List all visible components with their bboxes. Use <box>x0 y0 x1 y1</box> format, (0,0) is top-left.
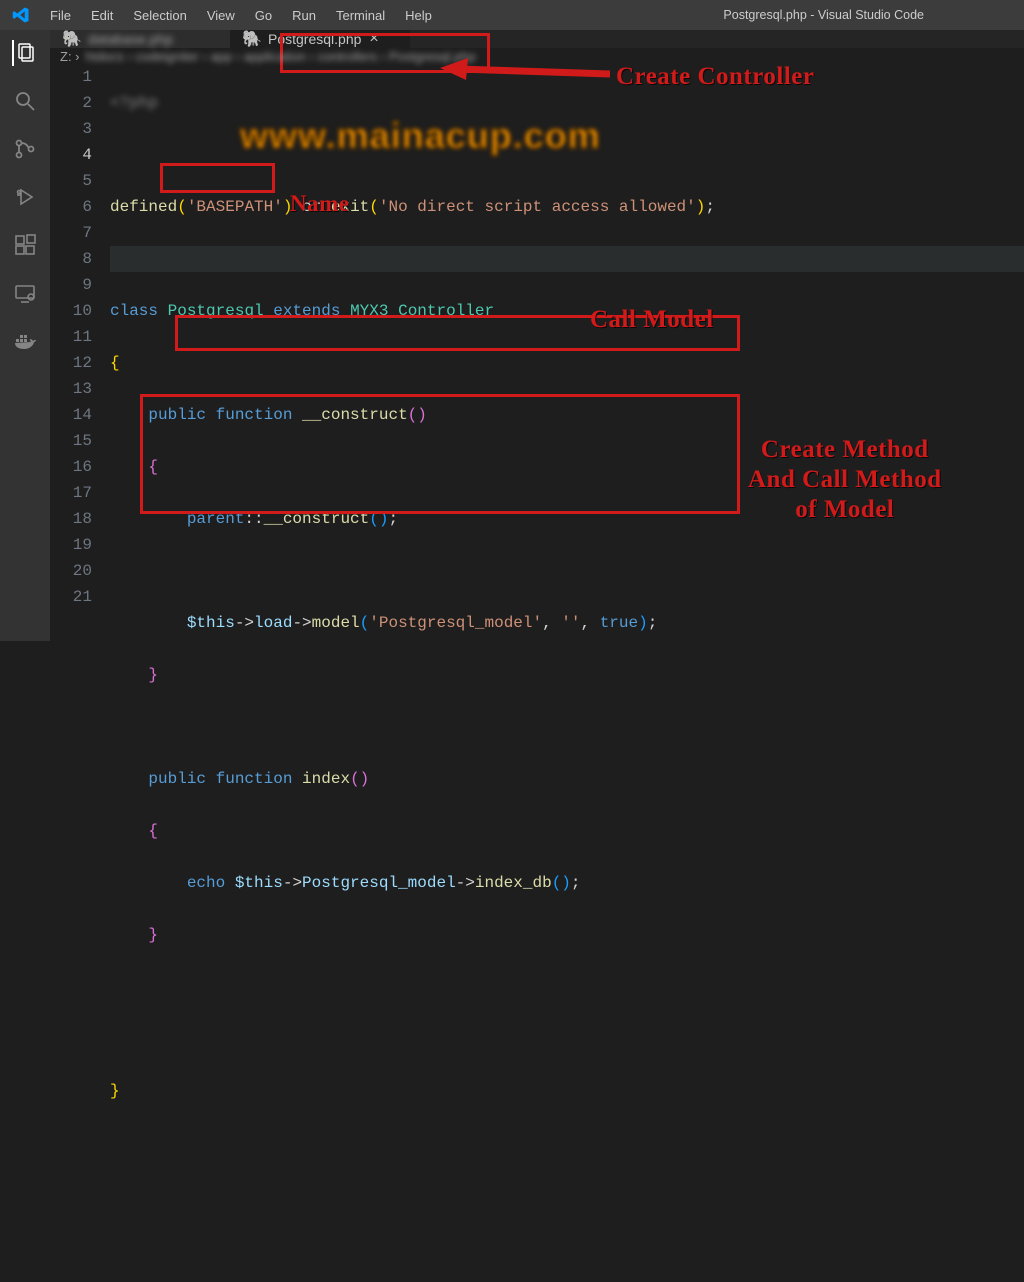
title-bar: File Edit Selection View Go Run Terminal… <box>0 0 1024 30</box>
menu-run[interactable]: Run <box>284 4 324 27</box>
run-debug-icon[interactable] <box>12 184 38 210</box>
menu-file[interactable]: File <box>42 4 79 27</box>
editor-tab-inactive[interactable]: 🐘 database.php <box>50 30 230 48</box>
breadcrumb[interactable]: Z: › htdocs › codeigniter › app › applic… <box>50 49 1024 64</box>
php-file-icon: 🐘 <box>244 31 260 47</box>
menu-edit[interactable]: Edit <box>83 4 121 27</box>
menu-terminal[interactable]: Terminal <box>328 4 393 27</box>
remote-explorer-icon[interactable] <box>12 280 38 306</box>
docker-icon[interactable] <box>12 328 38 354</box>
extensions-icon[interactable] <box>12 232 38 258</box>
breadcrumb-path: htdocs › codeigniter › app › application… <box>86 49 476 64</box>
explorer-icon[interactable] <box>12 40 38 66</box>
tab-label: Postgresql.php <box>268 31 361 47</box>
annotation-box-name <box>160 163 275 193</box>
line-numbers: 1 2 3 4 5 6 7 8 9 10 11 12 13 14 15 16 1… <box>50 64 110 1282</box>
main-area: 🐘 database.php 🐘 Postgresql.php × Z: › h… <box>0 30 1024 641</box>
code-content[interactable]: <?php defined('BASEPATH') or exit('No di… <box>110 64 1024 1282</box>
activity-bar <box>0 30 50 641</box>
window-title: Postgresql.php - Visual Studio Code <box>723 8 924 22</box>
editor-tab-active[interactable]: 🐘 Postgresql.php × <box>230 30 410 48</box>
tabs-bar: 🐘 database.php 🐘 Postgresql.php × <box>50 30 1024 49</box>
menu-help[interactable]: Help <box>397 4 440 27</box>
tab-label: database.php <box>88 31 173 47</box>
search-icon[interactable] <box>12 88 38 114</box>
breadcrumb-root: Z: › <box>60 49 80 64</box>
menu-go[interactable]: Go <box>247 4 280 27</box>
menu-bar: File Edit Selection View Go Run Terminal… <box>42 4 440 27</box>
php-file-icon: 🐘 <box>64 31 80 47</box>
source-control-icon[interactable] <box>12 136 38 162</box>
menu-selection[interactable]: Selection <box>125 4 194 27</box>
editor-area: 🐘 database.php 🐘 Postgresql.php × Z: › h… <box>50 30 1024 641</box>
code-editor[interactable]: 1 2 3 4 5 6 7 8 9 10 11 12 13 14 15 16 1… <box>50 64 1024 1282</box>
close-icon[interactable]: × <box>369 30 378 48</box>
menu-view[interactable]: View <box>199 4 243 27</box>
vscode-logo-icon <box>12 6 30 24</box>
